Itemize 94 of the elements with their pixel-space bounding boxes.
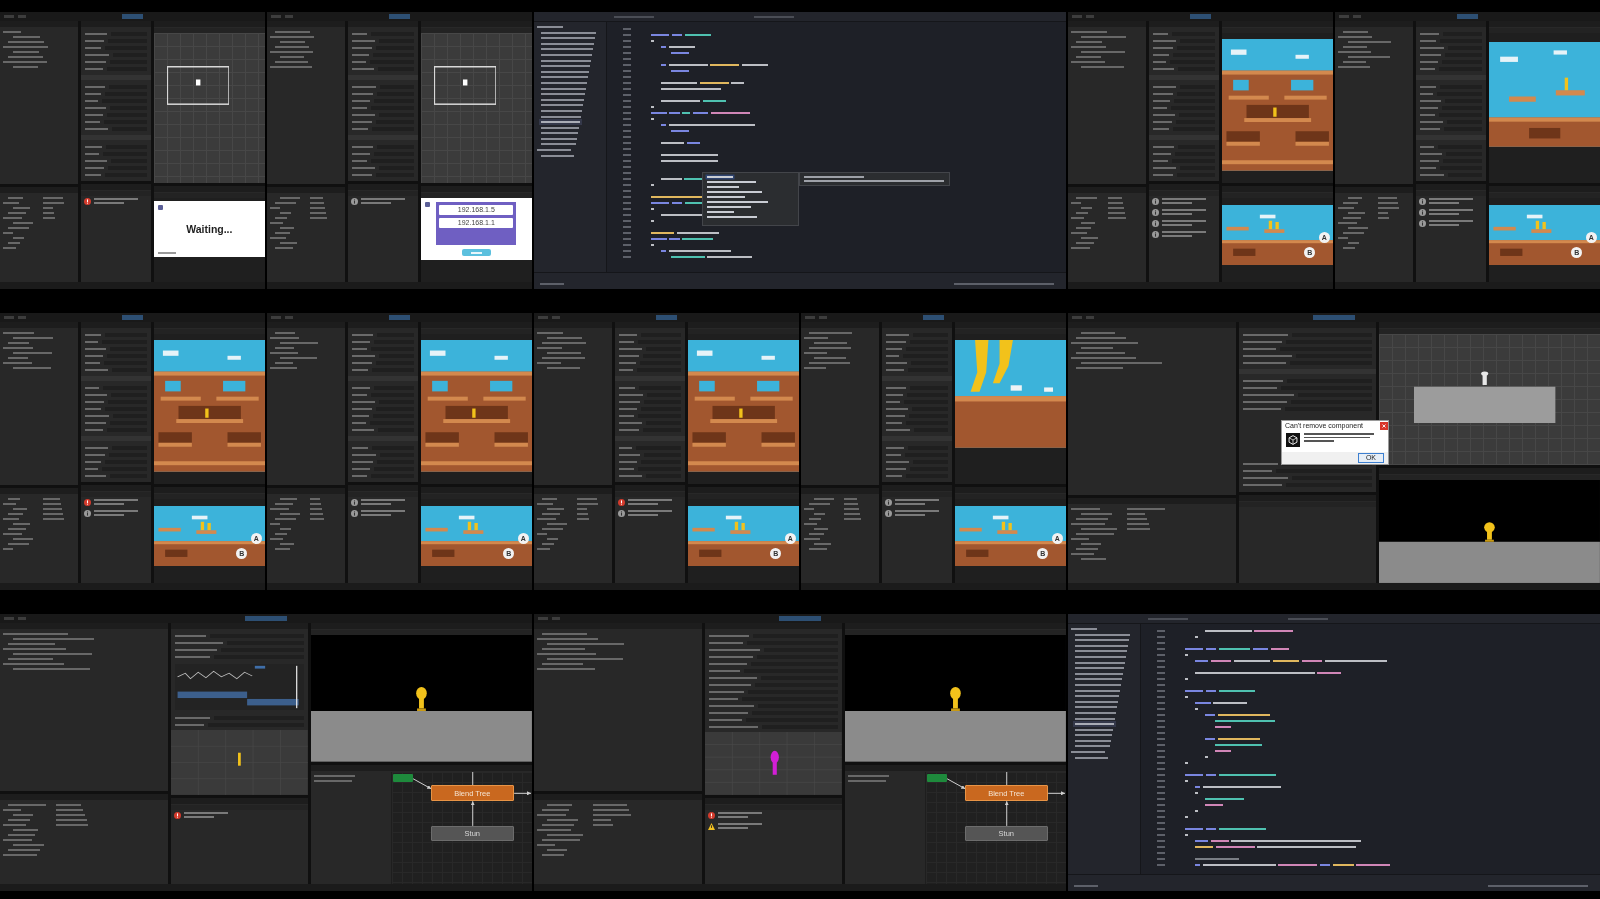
- info-icon: [1151, 219, 1159, 227]
- info-icon: [617, 509, 625, 517]
- asset-list-drawing: [43, 197, 64, 220]
- folder-tree-drawing: [537, 498, 567, 551]
- info-icon: [1151, 208, 1159, 216]
- object-tree-drawing: [270, 332, 318, 369]
- error-icon: [83, 498, 91, 506]
- parameter-list-drawing: [314, 774, 356, 782]
- asset-list-drawing: [1378, 197, 1399, 220]
- info-icon: [884, 498, 892, 506]
- message-text-drawing: [1161, 220, 1206, 227]
- info-icon: [1151, 197, 1159, 205]
- autocomplete-popup[interactable]: [702, 172, 799, 226]
- transition-line: [1005, 771, 1007, 786]
- info-icon: [1151, 230, 1159, 238]
- object-tree-drawing: [270, 31, 314, 68]
- message-text-drawing: [93, 510, 138, 517]
- message-text-drawing: [627, 499, 672, 506]
- info-icon: [1418, 197, 1426, 205]
- message-text-drawing: [360, 198, 405, 205]
- asset-list-drawing: [844, 498, 861, 521]
- info-icon: [1418, 208, 1426, 216]
- waiting-text: Waiting...: [186, 222, 233, 235]
- object-tree-drawing: [3, 332, 53, 369]
- message-text-drawing: [184, 812, 229, 819]
- info-icon: [350, 498, 358, 506]
- info-icon: [350, 197, 358, 205]
- folder-tree-drawing: [804, 498, 834, 551]
- message-text-drawing: [718, 823, 763, 830]
- asset-list-drawing: [593, 804, 631, 827]
- entry-node[interactable]: [393, 773, 413, 782]
- folder-tree-drawing: [1071, 197, 1098, 250]
- message-text-drawing: [1161, 231, 1206, 238]
- app-icon: [424, 201, 430, 207]
- message-text-drawing: [93, 198, 138, 205]
- confirm-button[interactable]: [461, 249, 491, 257]
- object-tree-drawing: [804, 332, 852, 369]
- caption-drawing: [157, 251, 176, 254]
- rectangle-outline-drawing: [434, 65, 497, 105]
- message-text-drawing: [1428, 209, 1473, 216]
- message-text-drawing: [894, 510, 939, 517]
- info-icon: [1418, 219, 1426, 227]
- asset-list-drawing: [577, 498, 598, 521]
- error-icon: [617, 498, 625, 506]
- folder-tree-drawing: [537, 804, 583, 857]
- message-text-drawing: [1161, 198, 1206, 205]
- asset-list-drawing: [310, 498, 324, 521]
- info-icon: [884, 509, 892, 517]
- folder-tree-drawing: [1071, 507, 1117, 560]
- message-text-drawing: [1428, 198, 1473, 205]
- object-tree-drawing: [1338, 31, 1391, 68]
- folder-tree-drawing: [3, 498, 33, 551]
- object-tree-drawing: [1071, 31, 1126, 68]
- folder-tree-drawing: [3, 804, 46, 857]
- asset-list-drawing: [43, 498, 64, 521]
- folder-tree-drawing: [1338, 197, 1368, 250]
- error-icon: [174, 811, 182, 819]
- transition-line: [471, 771, 473, 786]
- folder-tree-drawing: [270, 197, 300, 250]
- error-icon: [708, 811, 716, 819]
- asset-list-drawing: [1127, 507, 1165, 530]
- transition-arrow: [1004, 800, 1009, 827]
- close-icon[interactable]: [1380, 421, 1388, 430]
- message-text-drawing: [360, 510, 405, 517]
- app-icon: [157, 205, 163, 211]
- message-text-drawing: [1161, 209, 1206, 216]
- asset-list-drawing: [56, 804, 88, 827]
- info-icon: [83, 509, 91, 517]
- message-text-drawing: [718, 812, 763, 819]
- message-text-drawing: [627, 510, 672, 517]
- parameter-list-drawing: [848, 774, 890, 782]
- object-tree-drawing: [537, 332, 586, 369]
- info-icon: [350, 509, 358, 517]
- message-text-drawing: [1428, 220, 1473, 227]
- message-text-drawing: [894, 499, 939, 506]
- asset-list-drawing: [1108, 197, 1126, 220]
- message-text-drawing: [93, 499, 138, 506]
- transition-arrow: [946, 777, 966, 789]
- message-text-drawing: [360, 499, 405, 506]
- transition-arrow: [470, 800, 475, 827]
- entry-node[interactable]: [927, 773, 947, 782]
- object-tree-drawing: [3, 31, 48, 68]
- transition-arrow: [1047, 791, 1066, 795]
- warning-icon: [708, 822, 716, 830]
- transition-arrow: [412, 777, 432, 789]
- folder-tree-drawing: [270, 498, 300, 551]
- transition-arrow: [513, 791, 532, 795]
- cube-logo-icon: [1286, 433, 1300, 447]
- asset-list-drawing: [310, 197, 327, 220]
- suggestion-list-drawing: [707, 176, 768, 218]
- error-icon: [83, 197, 91, 205]
- rectangle-outline-drawing: [167, 65, 230, 105]
- folder-tree-drawing: [3, 197, 33, 250]
- message-text-drawing: [1304, 433, 1374, 442]
